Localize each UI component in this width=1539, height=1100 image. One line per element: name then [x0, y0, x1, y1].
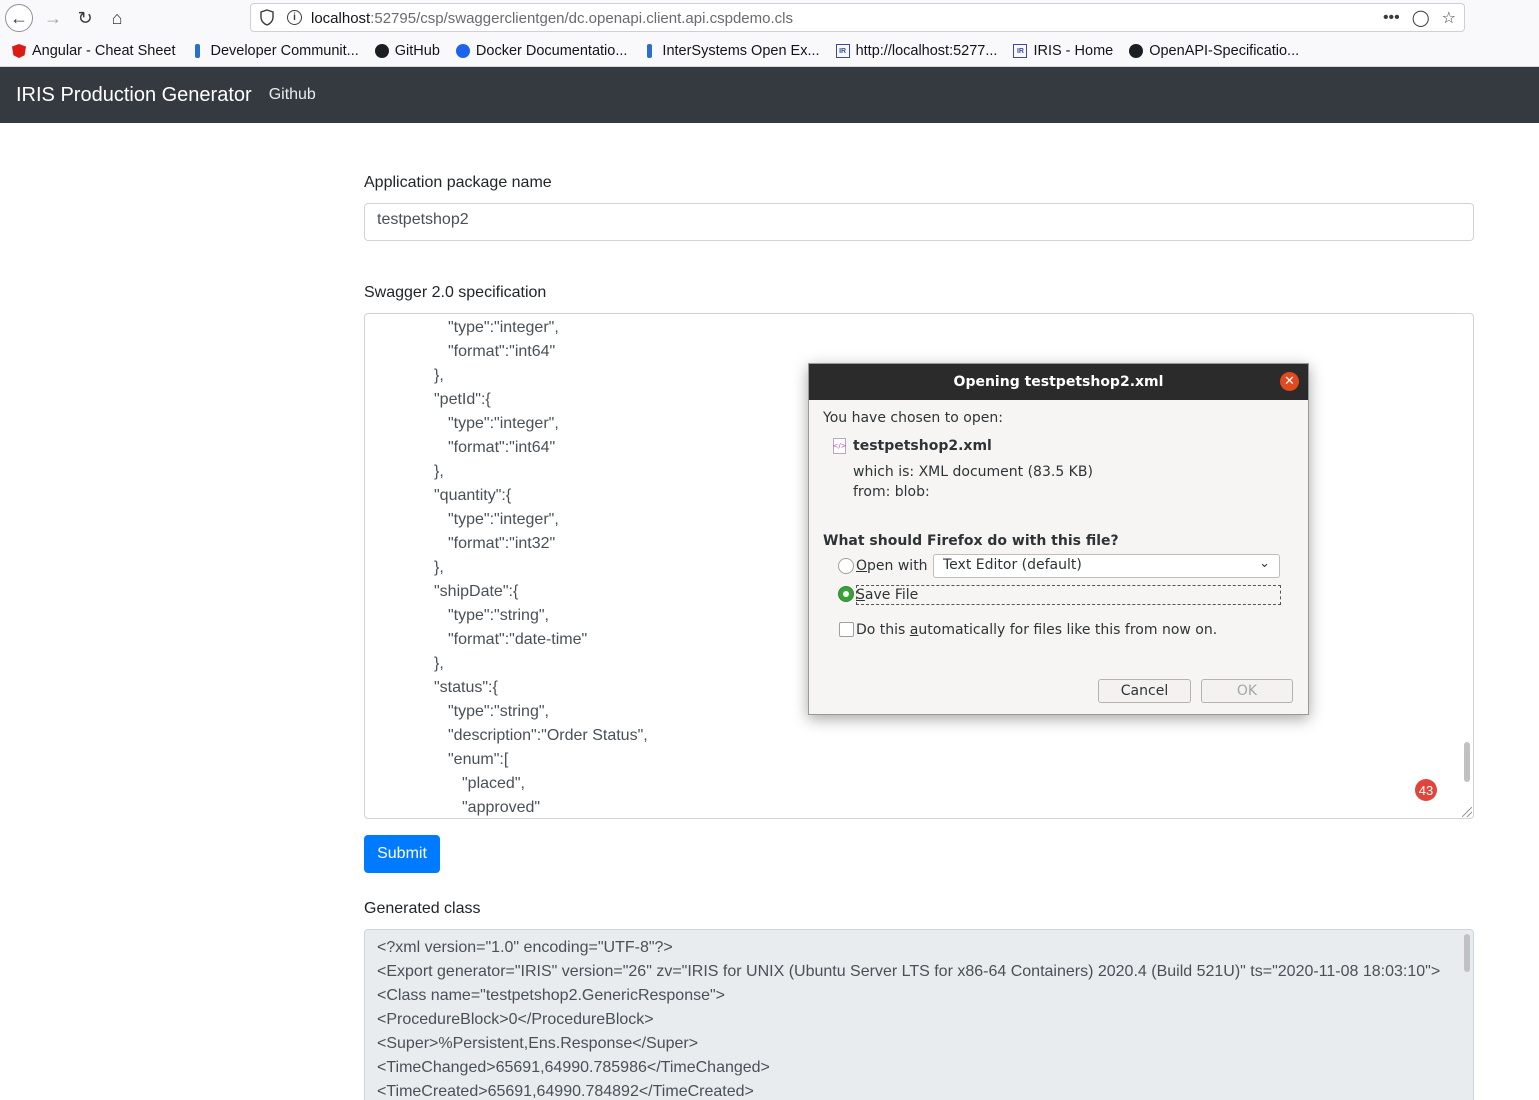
generated-class-textarea[interactable]: <?xml version="1.0" encoding="UTF-8"?> <…: [364, 929, 1474, 1100]
community-icon: [195, 44, 201, 58]
url-bar[interactable]: i localhost:52795/csp/swaggerclientgen/d…: [250, 3, 1465, 32]
chevron-down-icon: ⌄: [1259, 556, 1270, 571]
github-icon: [374, 44, 389, 58]
url-text[interactable]: localhost:52795/csp/swaggerclientgen/dc.…: [311, 10, 793, 27]
spec-scrollbar[interactable]: [1464, 742, 1470, 782]
forward-icon[interactable]: →: [39, 4, 67, 32]
spec-line: "type":"integer",: [448, 415, 559, 432]
file-name: testpetshop2.xml: [853, 438, 992, 454]
chosen-text: You have chosen to open:: [823, 410, 1003, 426]
bookmark-item[interactable]: InterSystems Open Ex...: [643, 43, 820, 59]
bookmark-item[interactable]: IR http://localhost:5277...: [835, 43, 997, 59]
spec-line: },: [434, 559, 444, 576]
generated-line: <TimeCreated>65691,64990.784892</TimeCre…: [377, 1083, 754, 1100]
bookmark-item[interactable]: Docker Documentatio...: [455, 43, 627, 59]
generated-line: <ProcedureBlock>0</ProcedureBlock>: [377, 1011, 654, 1028]
bookmark-item[interactable]: Angular - Cheat Sheet: [12, 43, 175, 59]
github-icon: [1129, 44, 1144, 58]
angular-icon: [12, 44, 26, 58]
bookmark-item[interactable]: IR IRIS - Home: [1013, 43, 1113, 59]
action-question: What should Firefox do with this file?: [823, 533, 1119, 549]
spec-line: "description":"Order Status",: [448, 727, 648, 744]
close-icon[interactable]: ✕: [1280, 372, 1299, 391]
ok-button[interactable]: OK: [1201, 679, 1293, 703]
spec-line: "shipDate":{: [434, 583, 519, 600]
save-file-focus: [856, 585, 1281, 605]
generated-line: <?xml version="1.0" encoding="UTF-8"?>: [377, 939, 673, 956]
spec-line: "format":"int64": [448, 343, 556, 360]
generated-line: <Class name="testpetshop2.GenericRespons…: [377, 987, 726, 1004]
package-name-input[interactable]: testpetshop2: [364, 203, 1474, 241]
spec-line: "quantity":{: [434, 487, 512, 504]
file-source: from: blob:: [853, 484, 930, 500]
reload-icon[interactable]: ↻: [71, 4, 99, 32]
bookmarks-bar: Angular - Cheat Sheet Developer Communit…: [0, 36, 1539, 67]
spec-line: "format":"int32": [448, 535, 556, 552]
site-info-icon[interactable]: i: [287, 10, 302, 25]
generated-class-label: Generated class: [364, 900, 481, 917]
spec-line: },: [434, 655, 444, 672]
bookmark-star-icon[interactable]: ☆: [1442, 8, 1456, 28]
xml-file-icon: </>: [832, 438, 847, 454]
pocket-icon[interactable]: ◯: [1412, 8, 1430, 28]
bookmark-item[interactable]: Developer Communit...: [191, 43, 359, 59]
community-icon: [647, 44, 653, 58]
generated-scrollbar[interactable]: [1464, 934, 1470, 972]
spec-line: "approved": [462, 799, 541, 816]
spec-line: "petId":{: [434, 391, 491, 408]
generated-line: <Super>%Persistent,Ens.Response</Super>: [377, 1035, 699, 1052]
dialog-title: Opening testpetshop2.xml: [809, 364, 1308, 400]
spec-line: "type":"string",: [448, 607, 549, 624]
spec-line: "type":"integer",: [448, 319, 559, 336]
save-file-label[interactable]: Save File: [856, 587, 918, 603]
bookmark-item[interactable]: OpenAPI-Specificatio...: [1129, 43, 1299, 59]
save-file-radio[interactable]: [838, 586, 854, 602]
open-with-radio[interactable]: [838, 558, 854, 574]
open-with-label[interactable]: Open with: [856, 558, 928, 574]
auto-checkbox[interactable]: [839, 622, 854, 637]
home-icon[interactable]: ⌂: [103, 4, 131, 32]
iris-icon: IR: [1013, 44, 1028, 58]
generated-line: <Export generator="IRIS" version="26" zv…: [377, 963, 1441, 980]
iris-icon: IR: [835, 44, 850, 58]
resize-grip-icon[interactable]: [1462, 807, 1472, 817]
cancel-button[interactable]: Cancel: [1098, 679, 1191, 703]
spec-line: "status":{: [434, 679, 498, 696]
spec-line: "format":"int64": [448, 439, 556, 456]
spec-line: },: [434, 463, 444, 480]
spec-line: "enum":[: [448, 751, 509, 768]
spec-line: "type":"string",: [448, 703, 549, 720]
back-icon[interactable]: ←: [5, 4, 33, 32]
file-type: which is: XML document (83.5 KB): [853, 464, 1093, 480]
application-select[interactable]: Text Editor (default) ⌄: [933, 554, 1280, 578]
download-dialog: Opening testpetshop2.xml ✕ You have chos…: [808, 363, 1309, 715]
navbar-brand[interactable]: IRIS Production Generator: [16, 84, 252, 107]
submit-button[interactable]: Submit: [364, 835, 440, 873]
spec-line: "placed",: [462, 775, 525, 792]
more-actions-icon[interactable]: •••: [1383, 9, 1400, 27]
docker-icon: [455, 44, 470, 58]
spec-line: "format":"date-time": [448, 631, 588, 648]
notification-badge[interactable]: 43: [1415, 779, 1437, 801]
bookmark-item[interactable]: GitHub: [374, 43, 440, 59]
generated-line: <TimeChanged>65691,64990.785986</TimeCha…: [377, 1059, 770, 1076]
github-link[interactable]: Github: [269, 86, 316, 104]
spec-line: "type":"integer",: [448, 511, 559, 528]
app-navbar: IRIS Production Generator Github: [0, 67, 1539, 123]
spec-label: Swagger 2.0 specification: [364, 284, 547, 301]
spec-line: },: [434, 367, 444, 384]
auto-label[interactable]: Do this automatically for files like thi…: [856, 622, 1217, 638]
browser-toolbar: ← → ↻ ⌂ i localhost:52795/csp/swaggercli…: [0, 0, 1539, 36]
shield-icon: [260, 9, 274, 26]
package-name-label: Application package name: [364, 174, 552, 191]
